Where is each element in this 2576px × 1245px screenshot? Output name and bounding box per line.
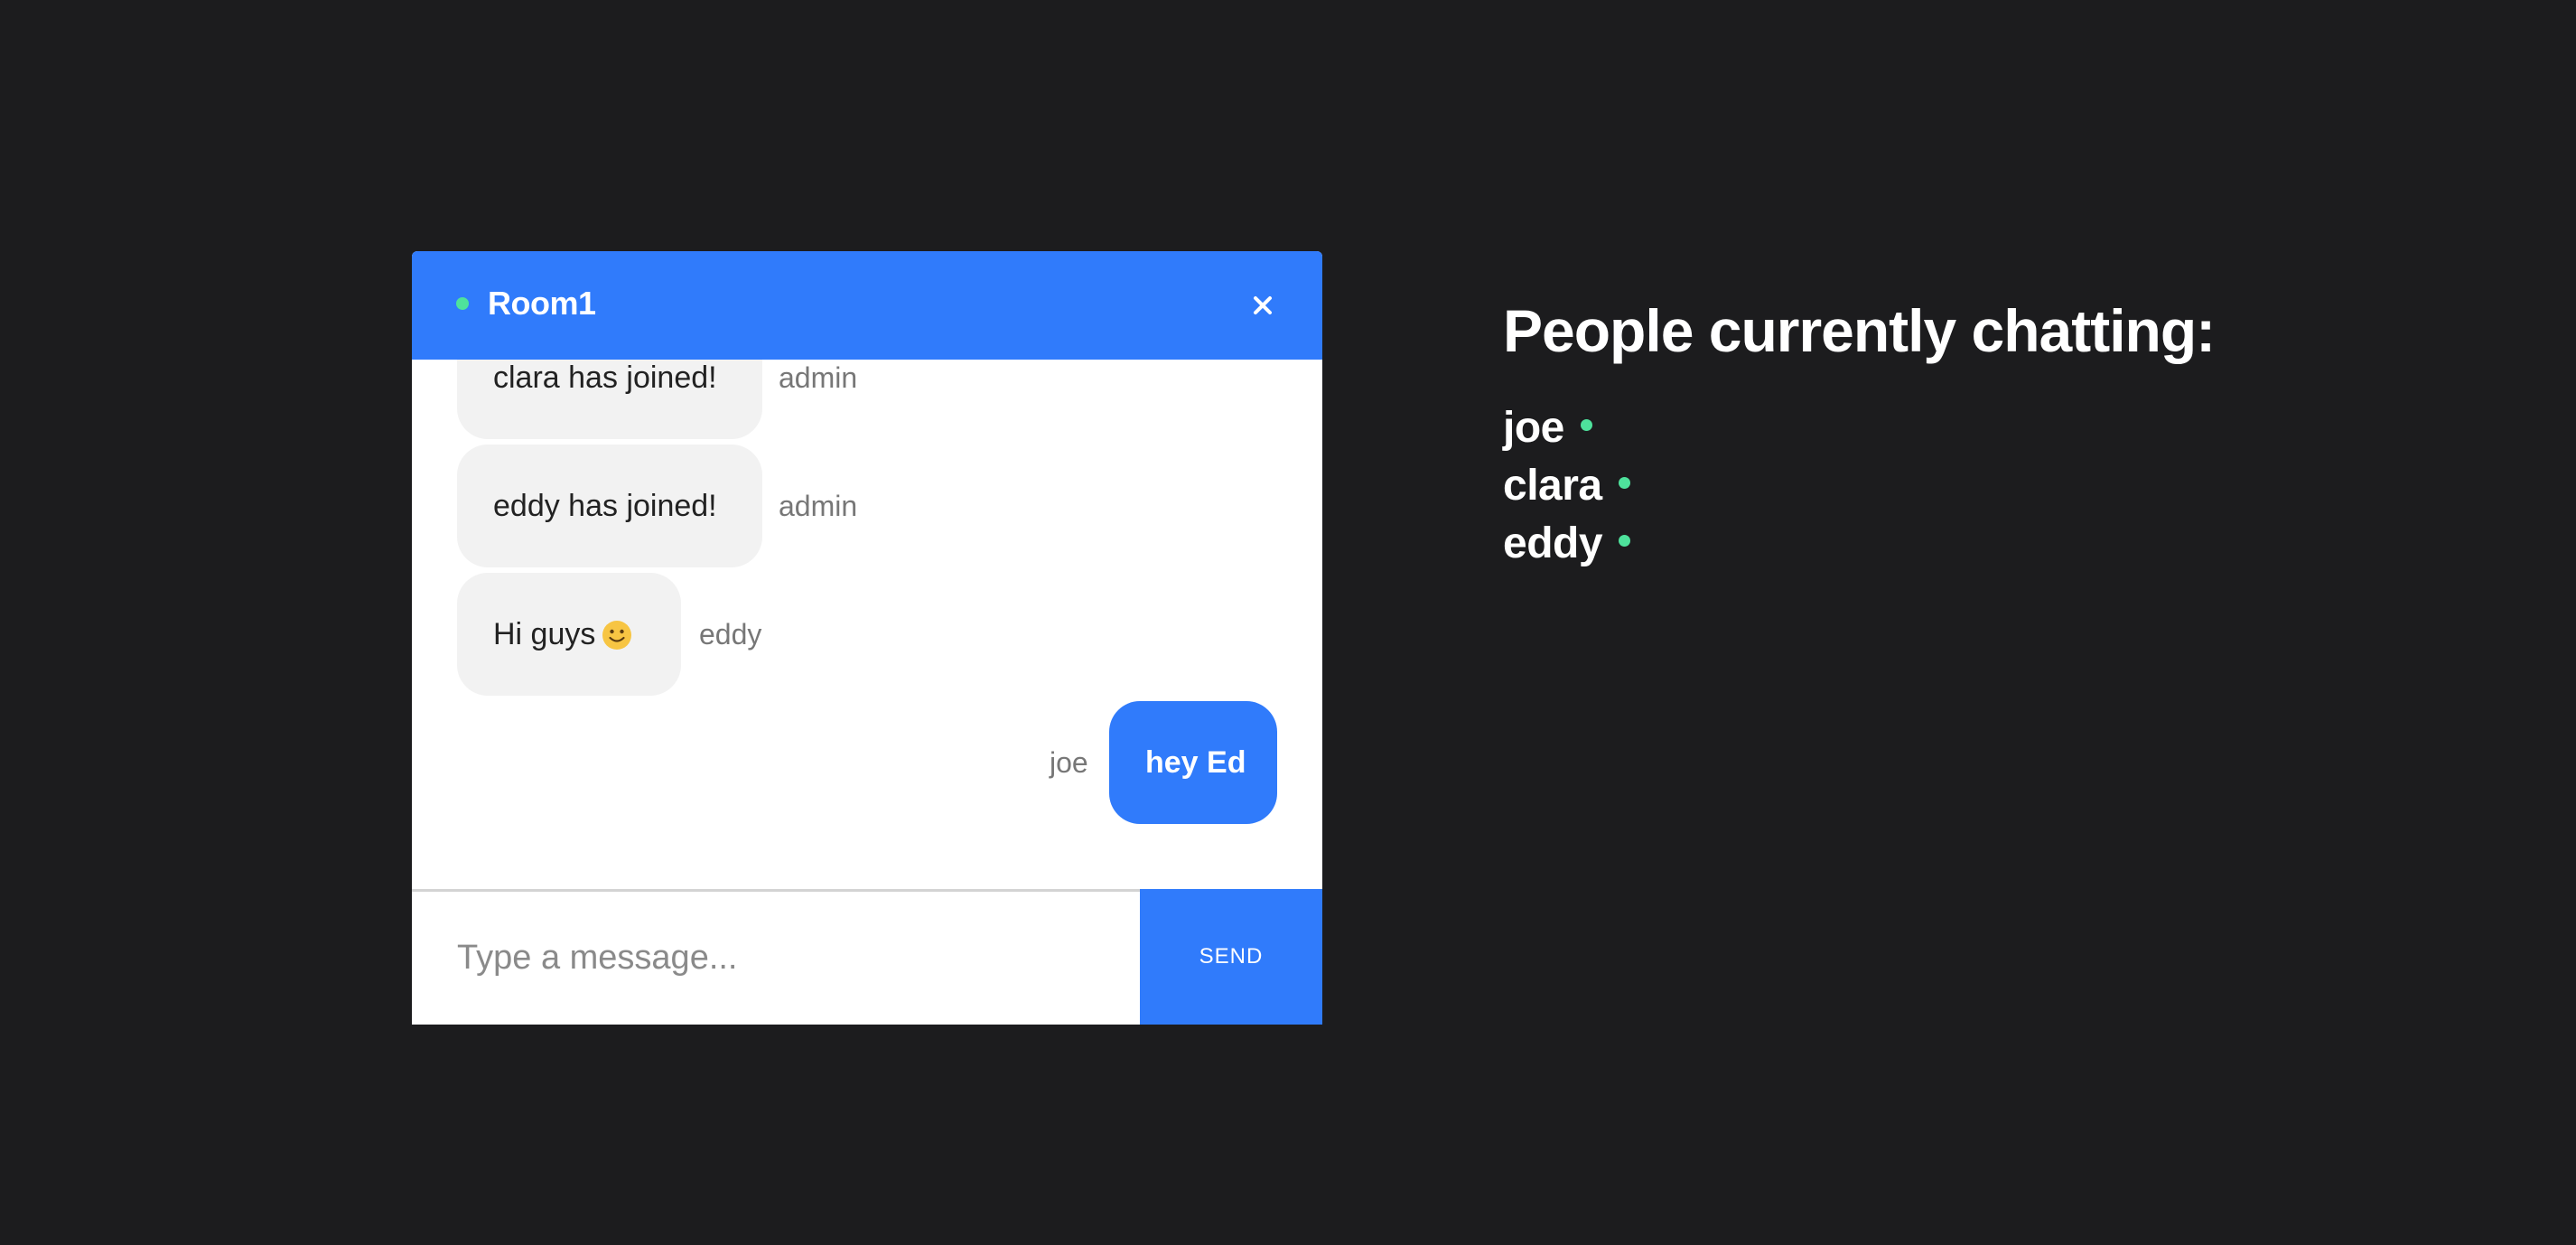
- people-panel: People currently chatting: joe clara edd…: [1503, 295, 2216, 573]
- smiling-face-icon: [602, 621, 632, 650]
- message-sender: eddy: [699, 618, 762, 651]
- send-button[interactable]: SEND: [1140, 889, 1322, 1025]
- people-list: joe clara eddy: [1503, 399, 2215, 573]
- message-input[interactable]: [412, 892, 1140, 1025]
- message-row: Hi guys eddy: [412, 573, 1322, 696]
- room-status-dot: [456, 297, 469, 310]
- close-button[interactable]: [1243, 286, 1283, 325]
- message-bubble: eddy has joined!: [457, 445, 762, 567]
- person-item: eddy: [1503, 515, 2215, 573]
- message-bubble: hey Ed: [1109, 701, 1277, 824]
- people-title: People currently chatting:: [1503, 297, 2216, 364]
- person-name: clara: [1503, 462, 1602, 510]
- close-icon: [1254, 296, 1272, 314]
- message-text: Hi guys: [493, 617, 596, 651]
- message-row: eddy has joined! admin: [412, 445, 1322, 567]
- online-dot-icon: [1580, 419, 1592, 431]
- message-bubble: clara has joined!: [457, 360, 762, 439]
- chat-header: Room1: [412, 251, 1322, 360]
- message-row: joe hey Ed: [412, 701, 1322, 824]
- online-dot-icon: [1618, 477, 1630, 489]
- message-bubble: Hi guys: [457, 573, 681, 696]
- message-sender: admin: [779, 361, 858, 394]
- chat-window: Room1 clara has joined! admin eddy has j…: [412, 251, 1322, 1025]
- person-name: eddy: [1503, 520, 1603, 567]
- message-row: clara has joined! admin: [412, 360, 1322, 439]
- room-title: Room1: [488, 285, 596, 322]
- message-sender: admin: [779, 490, 858, 522]
- message-composer: SEND: [412, 889, 1322, 1025]
- person-item: joe: [1503, 399, 2215, 457]
- person-item: clara: [1503, 457, 2215, 515]
- person-name: joe: [1503, 404, 1564, 452]
- online-dot-icon: [1619, 535, 1631, 547]
- message-sender: joe: [1050, 746, 1088, 779]
